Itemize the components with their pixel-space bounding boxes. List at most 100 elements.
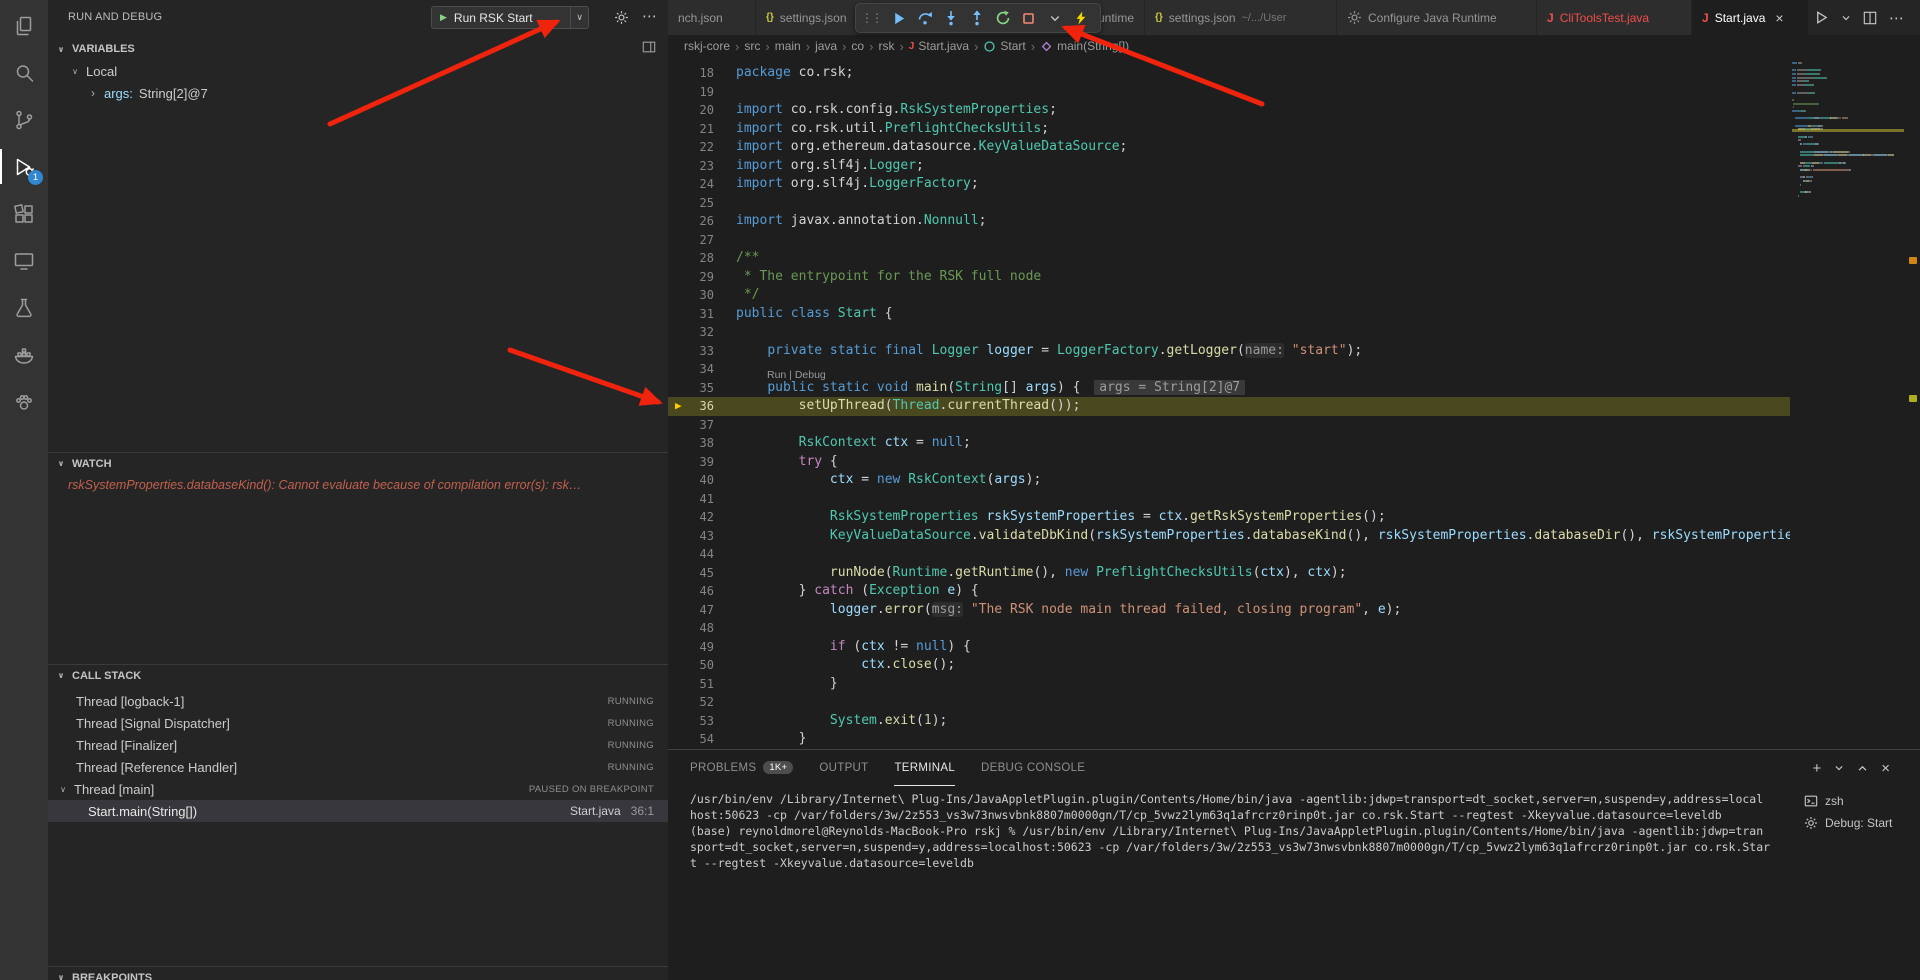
call-stack-thread[interactable]: Thread [Signal Dispatcher]RUNNING [48,712,668,734]
testing-icon [12,296,36,320]
breadcrumb-separator: › [1031,39,1035,54]
activity-item-testing[interactable] [0,284,48,331]
step-over-button[interactable] [913,6,936,30]
activity-item-extensions[interactable] [0,190,48,237]
breadcrumb-item[interactable]: co [851,39,864,53]
code-line-24: 24import org.slf4j.LoggerFactory; [668,175,1790,194]
split-editor-button[interactable] [1863,11,1877,25]
step-out-button[interactable] [965,6,988,30]
terminal-session-zsh[interactable]: zsh [1792,790,1918,812]
tab-settings.json[interactable]: {}settings.json~/.../User [1145,0,1337,35]
terminal-line: t --regtest -Xkeyvalue.datasource=leveld… [690,855,1788,871]
code-line-48: 48 [668,619,1790,638]
terminal-line: /usr/bin/env /Library/Internet\ Plug-Ins… [690,791,1788,807]
stop-button[interactable] [1017,6,1040,30]
section-breakpoints[interactable]: ∨BREAKPOINTS [48,966,668,980]
codelens-run-debug[interactable]: Run | Debug [767,366,826,385]
frame-file: Start.java [570,804,621,818]
breadcrumb-separator: › [974,39,978,54]
code-line-28: 28/** [668,249,1790,268]
variable-item[interactable]: ›args:String[2]@7 [48,82,668,104]
call-stack-thread[interactable]: Thread [Reference Handler]RUNNING [48,756,668,778]
tab-clitoolstest.java[interactable]: JCliToolsTest.java [1537,0,1692,35]
editor-actions: ⋯ [1808,0,1904,35]
panel-tab-label: DEBUG CONSOLE [981,762,1085,774]
code-line-45: 45 runNode(Runtime.getRuntime(), new Pre… [668,564,1790,583]
close-icon[interactable]: × [1881,760,1890,777]
tab-nch.json[interactable]: nch.json [668,0,756,35]
terminal-output[interactable]: /usr/bin/env /Library/Internet\ Plug-Ins… [690,791,1788,871]
activity-item-source-control[interactable] [0,96,48,143]
line-number: 42 [668,508,736,527]
activity-item-explorer[interactable] [0,2,48,49]
thread-status: RUNNING [608,740,654,751]
line-number: 34 [668,360,736,379]
restart-button[interactable] [991,6,1014,30]
panel-tab-terminal[interactable]: TERMINAL [894,750,955,786]
panel-tab-label: TERMINAL [894,762,955,774]
stack-frame[interactable]: Start.main(String[])Start.java36:1 [48,800,668,822]
problems-badge: 1K+ [763,761,793,774]
minimap[interactable] [1792,62,1904,198]
terminal-line: (base) reynoldmorel@Reynolds-MacBook-Pro… [690,823,1788,839]
thread-label: Thread [main] [74,782,154,797]
call-stack-thread[interactable]: Thread [logback-1]RUNNING [48,690,668,712]
breadcrumb-item[interactable]: java [815,39,837,53]
breadcrumb-item[interactable]: src [744,39,760,53]
breadcrumb-item[interactable]: main [775,39,801,53]
tab-configure-java-runtime[interactable]: Configure Java Runtime [1337,0,1537,35]
breadcrumb-symbol[interactable]: main(String[]) [1040,39,1129,53]
activity-item-search[interactable] [0,49,48,96]
watch-expression[interactable]: rskSystemProperties.databaseKind(): Cann… [48,474,668,496]
chevron-down-button[interactable] [1043,6,1066,30]
panel-tab-output[interactable]: OUTPUT [819,750,868,786]
breadcrumb-symbol[interactable]: Start [983,39,1025,53]
variables-scope-local[interactable]: ∨Local [48,60,668,82]
drag-grip[interactable]: ⋮⋮ [861,11,881,25]
run-java-button[interactable] [1814,10,1829,25]
activity-item-pets[interactable] [0,378,48,425]
new-terminal-icon[interactable]: + [1812,760,1821,777]
breadcrumb-item[interactable]: rsk [878,39,894,53]
step-into-button[interactable] [939,6,962,30]
tab-start.java[interactable]: JStart.java× [1692,0,1813,35]
frame-position: 36:1 [631,804,654,818]
section-watch[interactable]: ∨WATCH [48,452,668,474]
code-line-32: 32 [668,323,1790,342]
section-breakpoints-label: BREAKPOINTS [72,972,152,980]
close-icon[interactable]: × [1775,10,1783,26]
gear-icon [1347,10,1362,25]
section-variables-label: VARIABLES [72,43,135,55]
activity-item-run-and-debug[interactable]: 1 [0,143,48,190]
code-editor[interactable]: 18package co.rsk;1920import co.rsk.confi… [668,57,1920,749]
call-stack-thread[interactable]: ∨Thread [main]PAUSED ON BREAKPOINT [48,778,668,800]
debug-badge: 1 [28,170,43,185]
extensions-icon [12,202,36,226]
activity-item-remote-explorer[interactable] [0,237,48,284]
hot-code-replace-button[interactable] [1069,6,1092,30]
call-stack-thread[interactable]: Thread [Finalizer]RUNNING [48,734,668,756]
line-number: 20 [668,101,736,120]
terminal-session-debug-start[interactable]: Debug: Start [1792,812,1918,834]
code-line-49: 49 if (ctx != null) { [668,638,1790,657]
tab-label: nch.json [678,11,723,25]
continue-button[interactable] [887,6,910,30]
code-lines[interactable]: 18package co.rsk;1920import co.rsk.confi… [668,64,1790,749]
panel-tab-debug-console[interactable]: DEBUG CONSOLE [981,750,1085,786]
code-line-40: 40 ctx = new RskContext(args); [668,471,1790,490]
activity-item-docker[interactable] [0,331,48,378]
dropdown-icon[interactable] [1834,763,1844,773]
panel-layout-icon[interactable] [642,40,656,54]
line-number: 50 [668,656,736,675]
more-button[interactable]: ⋯ [1889,9,1904,27]
section-call-stack[interactable]: ∨CALL STACK [48,664,668,686]
breadcrumb-file[interactable]: JStart.java [909,39,969,53]
thread-label: Thread [Signal Dispatcher] [76,716,230,731]
section-variables[interactable]: ∨VARIABLES [48,38,668,60]
java-file-icon: J [909,41,915,52]
breadcrumb-item[interactable]: rskj-core [684,39,730,53]
tab-label: settings.json [1169,11,1236,25]
maximize-icon[interactable] [1857,763,1868,774]
panel-tab-problems[interactable]: PROBLEMS1K+ [690,750,793,786]
dropdown-button[interactable] [1841,13,1851,23]
